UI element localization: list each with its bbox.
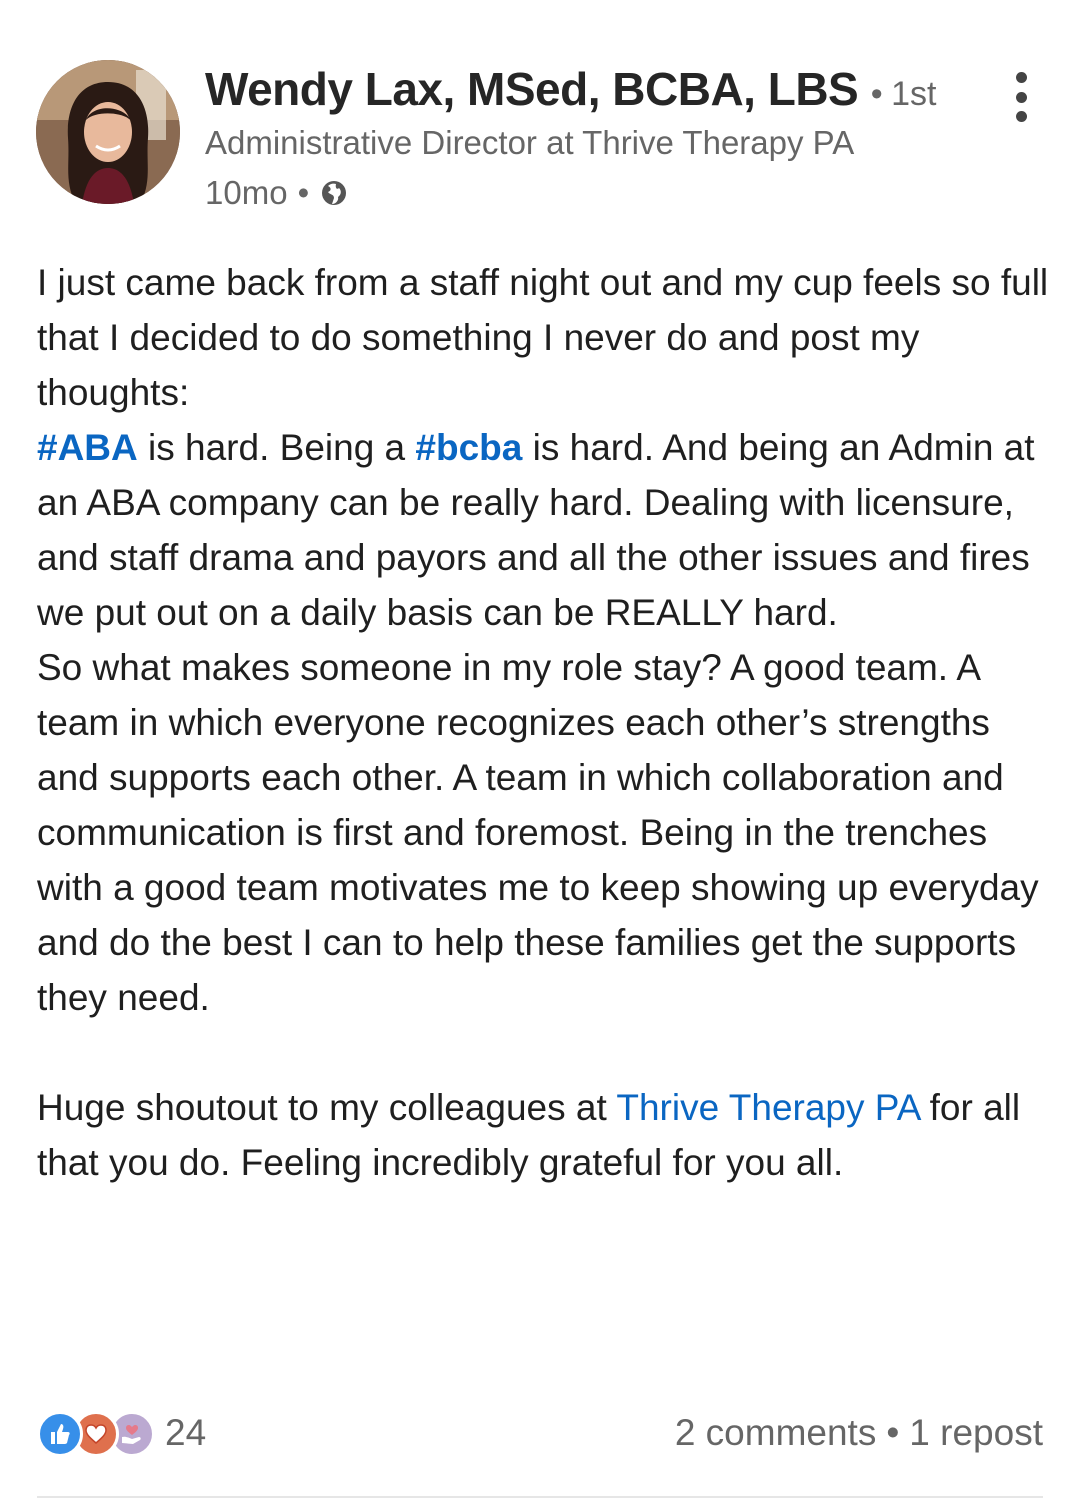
author-headline: Administrative Director at Thrive Therap… xyxy=(205,124,855,161)
reposts-count-link[interactable]: 1 repost xyxy=(909,1412,1043,1454)
post-paragraph-3: So what makes someone in my role stay? A… xyxy=(37,647,1039,1018)
reaction-icons xyxy=(37,1409,155,1457)
social-separator: • xyxy=(886,1412,900,1453)
divider xyxy=(37,1496,1043,1498)
post-paragraph-4: Huge shoutout to my colleagues at Thrive… xyxy=(37,1080,1057,1190)
author-avatar[interactable] xyxy=(36,60,180,204)
hashtag-aba[interactable]: #ABA xyxy=(37,427,138,468)
globe-icon xyxy=(319,178,349,208)
author-name-row: Wendy Lax, MSed, BCBA, LBS • 1st xyxy=(205,62,936,116)
company-mention-link[interactable]: Thrive Therapy PA xyxy=(616,1087,919,1128)
name-separator: • xyxy=(870,75,883,113)
post-timestamp: 10mo xyxy=(205,174,288,211)
paragraph-2-text-1: is hard. Being a xyxy=(137,427,416,468)
hashtag-bcba[interactable]: #bcba xyxy=(415,427,522,468)
comments-reposts: 2 comments • 1 repost xyxy=(675,1412,1043,1454)
like-icon xyxy=(37,1411,83,1457)
feed-post: Wendy Lax, MSed, BCBA, LBS • 1st Adminis… xyxy=(0,0,1080,1501)
post-header: Wendy Lax, MSed, BCBA, LBS • 1st Adminis… xyxy=(0,0,1080,230)
connection-degree: 1st xyxy=(891,75,937,113)
post-meta: 10mo • xyxy=(205,174,349,212)
post-paragraph-1: I just came back from a staff night out … xyxy=(37,262,1049,413)
post-paragraph-2: #ABA is hard. Being a #bcba is hard. And… xyxy=(37,420,1057,640)
social-counts-bar: 24 2 comments • 1 repost xyxy=(37,1400,1043,1466)
meta-separator: • xyxy=(297,174,310,211)
more-vertical-icon[interactable] xyxy=(1004,72,1038,122)
reactions-summary[interactable]: 24 xyxy=(37,1409,206,1457)
reaction-count: 24 xyxy=(165,1412,207,1453)
author-name[interactable]: Wendy Lax, MSed, BCBA, LBS xyxy=(205,63,859,115)
paragraph-4-text-1: Huge shoutout to my colleagues at xyxy=(37,1087,617,1128)
post-body: I just came back from a staff night out … xyxy=(37,255,1057,1190)
comments-count-link[interactable]: 2 comments xyxy=(675,1412,877,1454)
